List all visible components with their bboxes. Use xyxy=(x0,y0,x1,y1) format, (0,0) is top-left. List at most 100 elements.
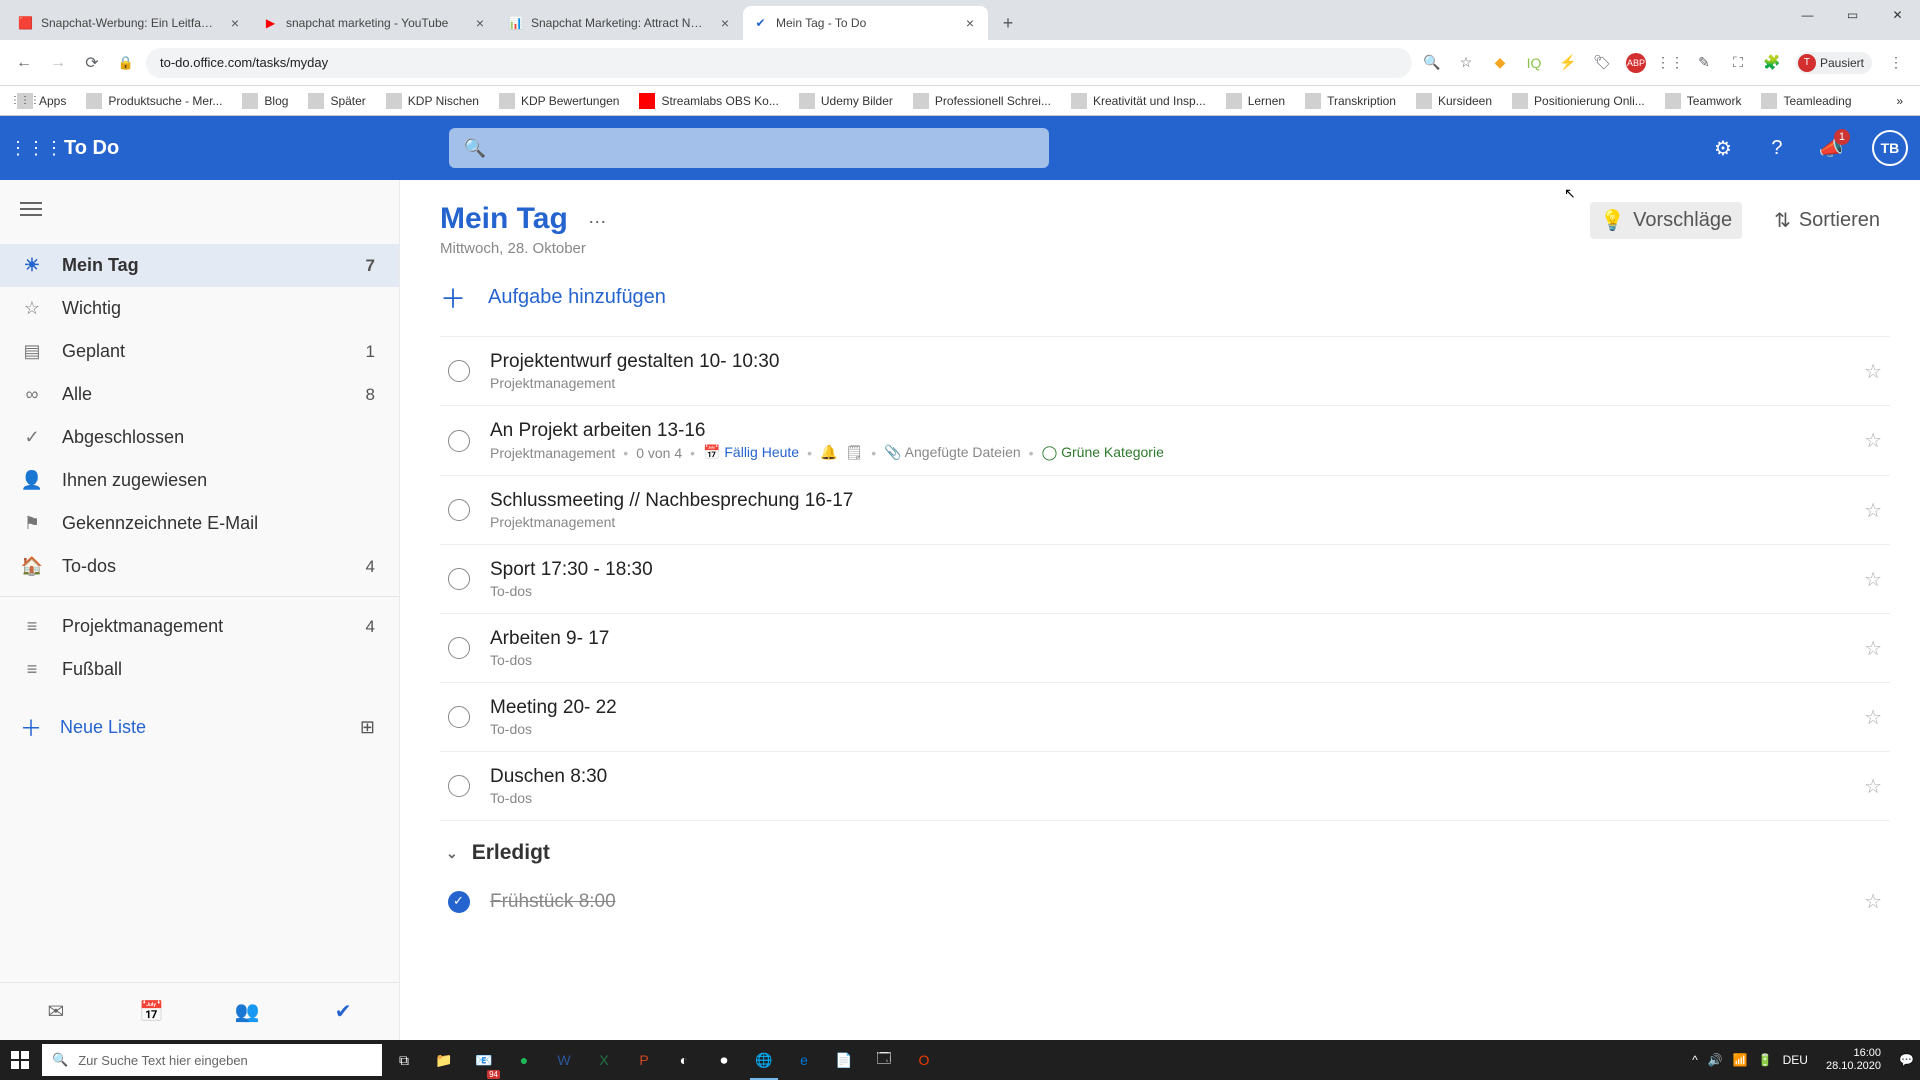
action-center-icon[interactable]: 💬 xyxy=(1899,1053,1914,1067)
task-star-icon[interactable]: ☆ xyxy=(1864,705,1882,730)
extension-icon[interactable]: ◆ xyxy=(1490,53,1510,73)
people-icon[interactable]: 👥 xyxy=(227,999,267,1024)
task-item[interactable]: Duschen 8:30 To-dos ☆ xyxy=(440,752,1890,821)
task-item-done[interactable]: Frühstück 8:00 ☆ xyxy=(440,875,1890,928)
task-checkbox[interactable] xyxy=(448,775,470,797)
office-icon[interactable]: O xyxy=(906,1040,942,1080)
back-button[interactable]: ← xyxy=(10,49,38,77)
notepad-icon[interactable]: 📄 xyxy=(826,1040,862,1080)
word-icon[interactable]: W xyxy=(546,1040,582,1080)
task-star-icon[interactable]: ☆ xyxy=(1864,774,1882,799)
add-task-input[interactable]: ＋ Aufgabe hinzufügen xyxy=(440,257,1890,337)
obs-icon[interactable]: ⏺ xyxy=(706,1040,742,1080)
notifications-icon[interactable]: 📣 1 xyxy=(1818,135,1844,161)
extension-icon[interactable]: IQ xyxy=(1524,53,1544,73)
hamburger-menu-icon[interactable] xyxy=(0,180,399,238)
sort-button[interactable]: ⇅ Sortieren xyxy=(1764,202,1890,239)
taskbar-clock[interactable]: 16:00 28.10.2020 xyxy=(1818,1047,1889,1073)
app-icon[interactable]: 🗔 xyxy=(866,1040,902,1080)
list-options-icon[interactable]: ⋯ xyxy=(588,212,606,232)
bookmark-item[interactable]: Später xyxy=(303,90,370,112)
window-close-button[interactable]: ✕ xyxy=(1875,0,1920,30)
spotify-icon[interactable]: ● xyxy=(506,1040,542,1080)
help-icon[interactable]: ? xyxy=(1764,135,1790,161)
excel-icon[interactable]: X xyxy=(586,1040,622,1080)
task-view-icon[interactable]: ⧉ xyxy=(386,1040,422,1080)
sidebar-item-flagged[interactable]: ⚑ Gekennzeichnete E-Mail xyxy=(0,502,399,545)
taskbar-search-input[interactable]: 🔍 Zur Suche Text hier eingeben xyxy=(42,1044,382,1076)
task-item[interactable]: Sport 17:30 - 18:30 To-dos ☆ xyxy=(440,545,1890,614)
task-checkbox[interactable] xyxy=(448,706,470,728)
tab-close-icon[interactable]: × xyxy=(227,15,243,31)
bookmark-item[interactable]: Transkription xyxy=(1300,90,1401,112)
bookmark-item[interactable]: KDP Bewertungen xyxy=(494,90,625,112)
profile-button[interactable]: T Pausiert xyxy=(1796,52,1872,74)
language-indicator[interactable]: DEU xyxy=(1783,1053,1808,1067)
bookmark-item[interactable]: Streamlabs OBS Ko... xyxy=(634,90,783,112)
sidebar-item-all[interactable]: ∞ Alle 8 xyxy=(0,373,399,416)
window-maximize-button[interactable]: ▭ xyxy=(1830,0,1875,30)
app-search-input[interactable]: 🔍 xyxy=(449,128,1049,168)
task-checkbox[interactable] xyxy=(448,637,470,659)
sidebar-list-item[interactable]: ≡ Projektmanagement 4 xyxy=(0,605,399,648)
extension-icon[interactable]: ⚡ xyxy=(1558,53,1578,73)
site-info-icon[interactable]: 🔒 xyxy=(112,49,140,77)
extension-icon[interactable]: 🏷 xyxy=(1592,53,1612,73)
calendar-icon[interactable]: 📅 xyxy=(132,999,172,1024)
sidebar-item-important[interactable]: ☆ Wichtig xyxy=(0,287,399,330)
window-minimize-button[interactable]: — xyxy=(1785,0,1830,30)
sidebar-list-item[interactable]: ≡ Fußball xyxy=(0,648,399,691)
sidebar-item-completed[interactable]: ✓ Abgeschlossen xyxy=(0,416,399,459)
extension-icon[interactable]: ⛶ xyxy=(1728,53,1748,73)
task-item[interactable]: Meeting 20- 22 To-dos ☆ xyxy=(440,683,1890,752)
forward-button[interactable]: → xyxy=(44,49,72,77)
bookmark-overflow[interactable]: » xyxy=(1891,91,1908,111)
extension-icon[interactable]: ✎ xyxy=(1694,53,1714,73)
task-star-icon[interactable]: ☆ xyxy=(1864,567,1882,592)
todo-icon[interactable]: ✔ xyxy=(323,999,363,1024)
browser-tab[interactable]: 🟥 Snapchat-Werbung: Ein Leitfade... × xyxy=(8,6,253,40)
wifi-icon[interactable]: 📶 xyxy=(1733,1053,1748,1067)
bookmark-star-icon[interactable]: ☆ xyxy=(1456,53,1476,73)
browser-tab-active[interactable]: ✔ Mein Tag - To Do × xyxy=(743,6,988,40)
bookmark-item[interactable]: Udemy Bilder xyxy=(794,90,898,112)
extension-icon[interactable]: ⋮⋮ xyxy=(1660,53,1680,73)
start-button[interactable] xyxy=(0,1040,40,1080)
extensions-menu-icon[interactable]: 🧩 xyxy=(1762,53,1782,73)
reload-button[interactable]: ⟳ xyxy=(78,49,106,77)
volume-icon[interactable]: 🔊 xyxy=(1708,1053,1723,1067)
bookmark-item[interactable]: Kreativität und Insp... xyxy=(1066,90,1211,112)
suggestions-button[interactable]: 💡 Vorschläge xyxy=(1590,202,1742,239)
done-section-header[interactable]: ⌄ Erledigt xyxy=(440,821,1890,875)
battery-icon[interactable]: 🔋 xyxy=(1758,1053,1773,1067)
task-item[interactable]: Projektentwurf gestalten 10- 10:30 Proje… xyxy=(440,337,1890,406)
new-group-icon[interactable]: ⊞ xyxy=(360,717,375,738)
task-item[interactable]: An Projekt arbeiten 13-16 Projektmanagem… xyxy=(440,406,1890,476)
powerpoint-icon[interactable]: P xyxy=(626,1040,662,1080)
task-star-icon[interactable]: ☆ xyxy=(1864,636,1882,661)
bookmark-item[interactable]: KDP Nischen xyxy=(381,90,484,112)
tray-expand-icon[interactable]: ^ xyxy=(1692,1053,1698,1067)
adblock-icon[interactable]: ABP xyxy=(1626,53,1646,73)
file-explorer-icon[interactable]: 📁 xyxy=(426,1040,462,1080)
user-avatar[interactable]: TB xyxy=(1872,130,1908,166)
bookmark-item[interactable]: Positionierung Onli... xyxy=(1507,90,1650,112)
task-star-icon[interactable]: ☆ xyxy=(1864,359,1882,384)
settings-icon[interactable]: ⚙ xyxy=(1710,135,1736,161)
task-checkbox[interactable] xyxy=(448,360,470,382)
app-icon[interactable]: ◐ xyxy=(666,1040,702,1080)
sidebar-item-assigned[interactable]: 👤 Ihnen zugewiesen xyxy=(0,459,399,502)
task-star-icon[interactable]: ☆ xyxy=(1864,428,1882,453)
bookmark-item[interactable]: Kursideen xyxy=(1411,90,1497,112)
chrome-icon[interactable]: 🌐 xyxy=(746,1040,782,1080)
new-tab-button[interactable]: + xyxy=(994,9,1022,37)
bookmark-item[interactable]: Blog xyxy=(237,90,293,112)
tab-close-icon[interactable]: × xyxy=(717,15,733,31)
sidebar-item-my-day[interactable]: ☀ Mein Tag 7 xyxy=(0,244,399,287)
task-item[interactable]: Schlussmeeting // Nachbesprechung 16-17 … xyxy=(440,476,1890,545)
task-checkbox[interactable] xyxy=(448,568,470,590)
browser-menu-icon[interactable]: ⋮ xyxy=(1886,53,1906,73)
task-item[interactable]: Arbeiten 9- 17 To-dos ☆ xyxy=(440,614,1890,683)
app-launcher-icon[interactable]: ⋮⋮⋮ xyxy=(12,124,60,172)
tab-close-icon[interactable]: × xyxy=(962,15,978,31)
